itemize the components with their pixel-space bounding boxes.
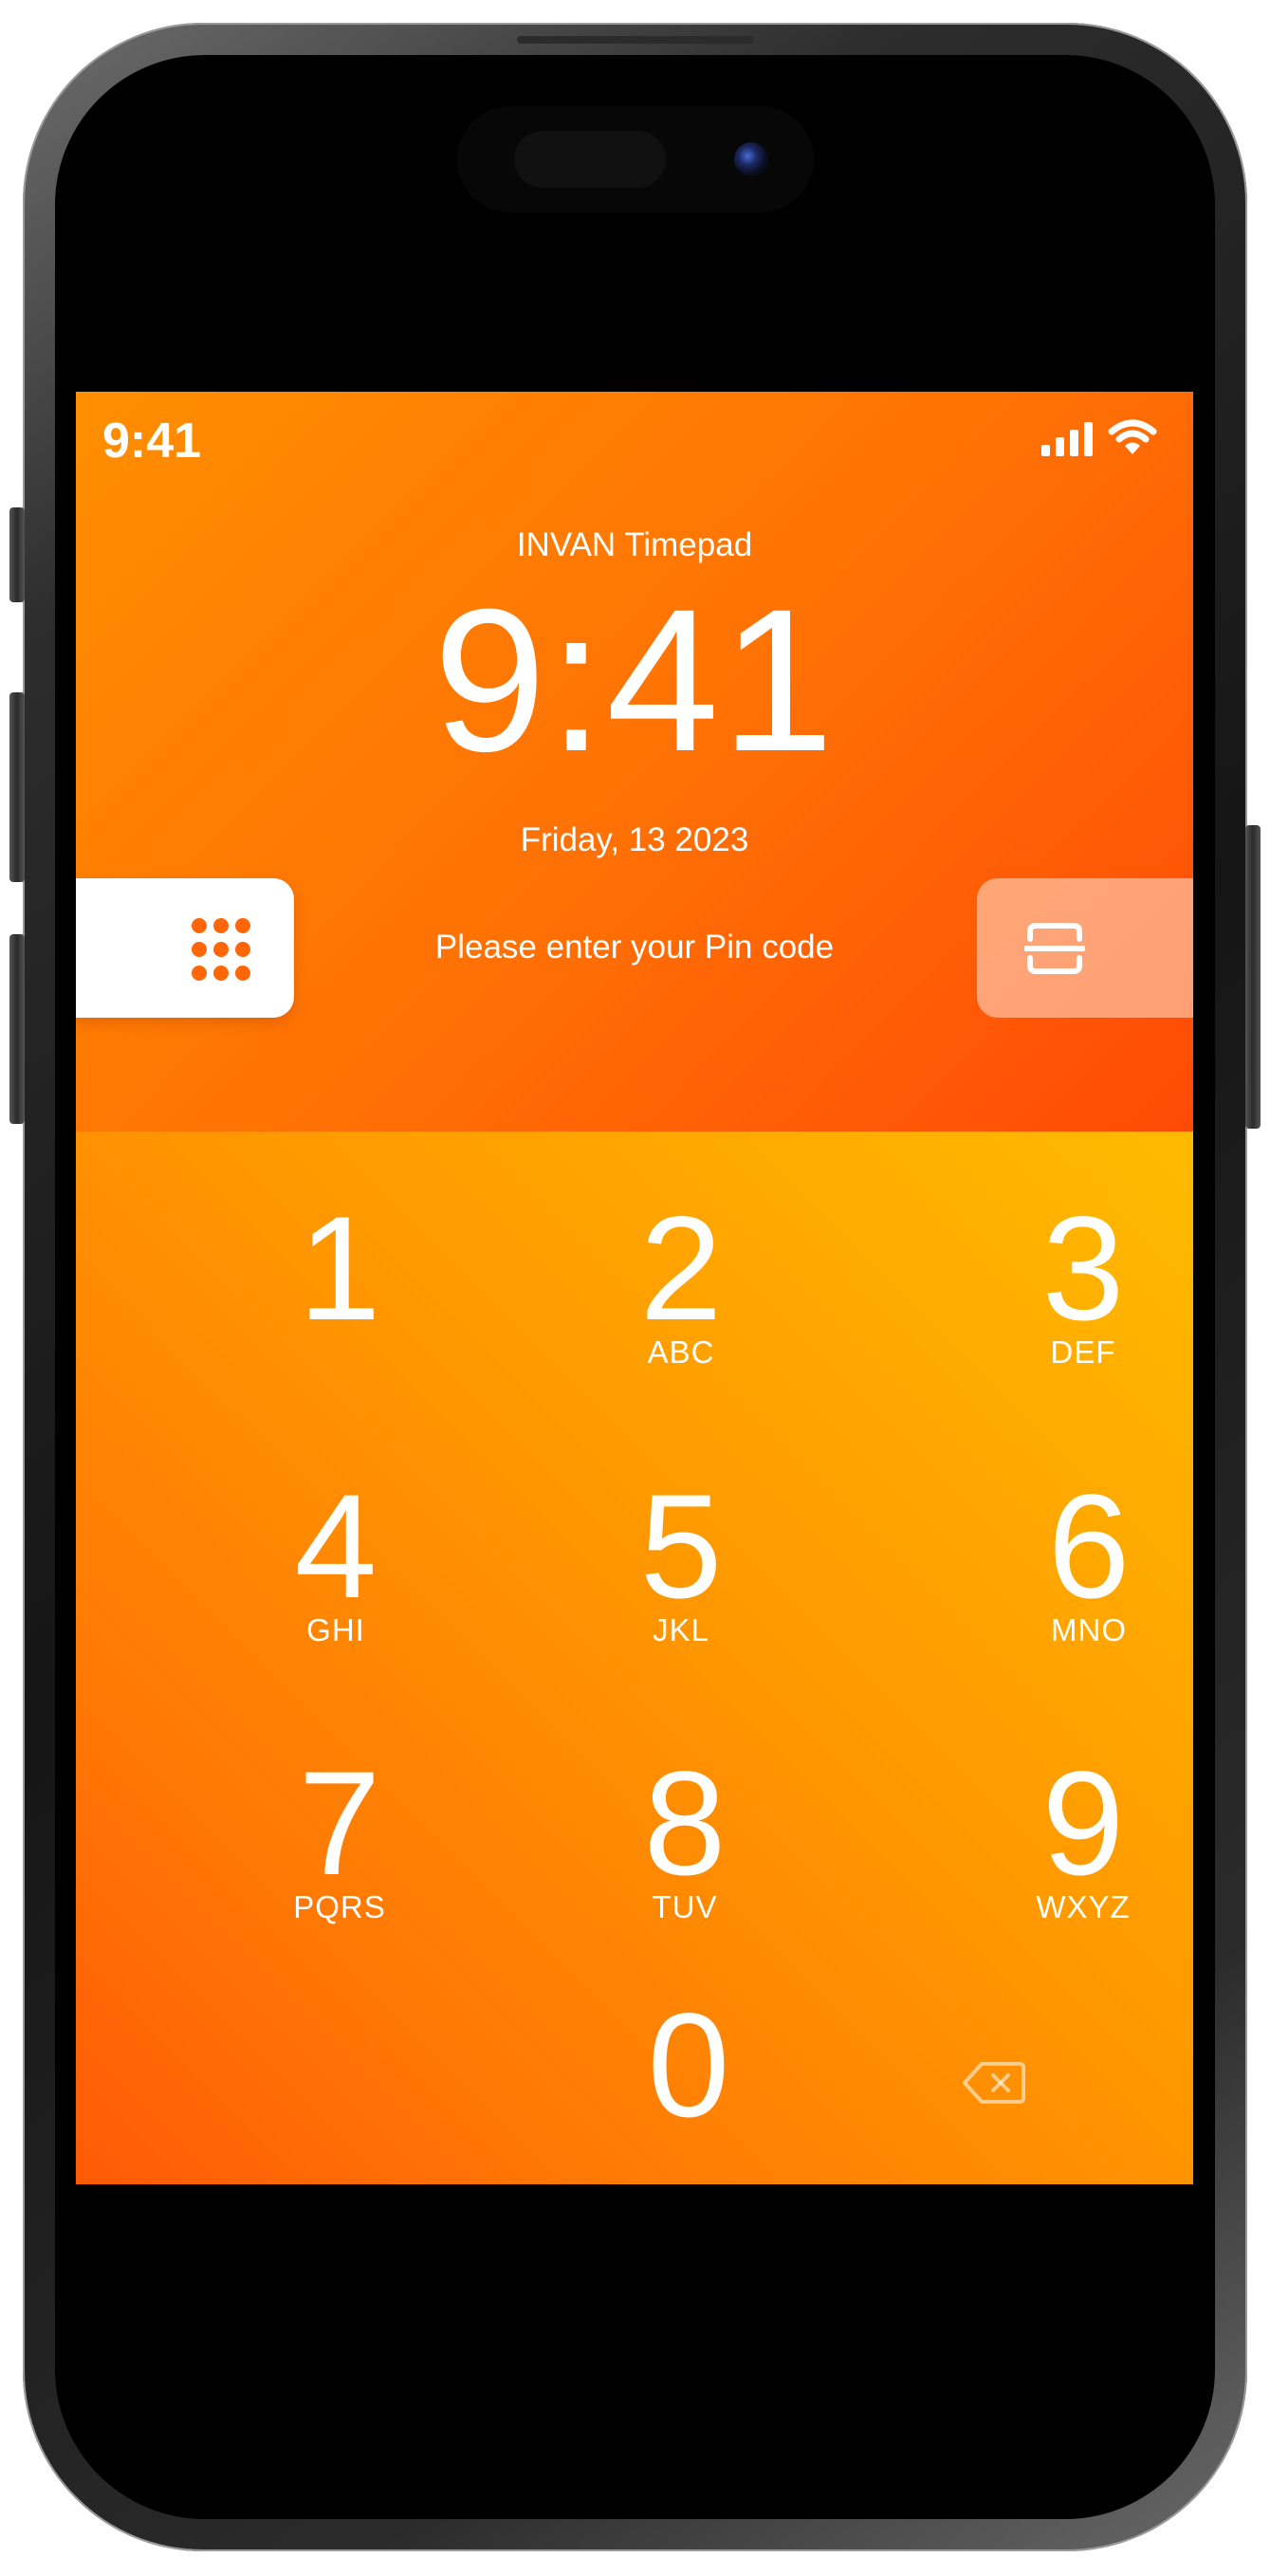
app-title: INVAN Timepad [516, 526, 753, 563]
wifi-icon [1108, 418, 1157, 456]
clock-date: Friday, 13 2023 [520, 821, 749, 858]
key-0[interactable]: 0 [546, 1983, 831, 2184]
volume-up-button [9, 692, 25, 882]
key-6[interactable]: 6 MNO [947, 1464, 1193, 1694]
cellular-signal-icon [1041, 418, 1093, 456]
key-letters: ABC [647, 1334, 715, 1370]
key-digit: 1 [298, 1187, 381, 1352]
key-letters: MNO [1051, 1612, 1127, 1647]
key-5[interactable]: 5 JKL [539, 1464, 823, 1694]
key-4[interactable]: 4 GHI [193, 1464, 478, 1694]
key-2[interactable]: 2 ABC [539, 1187, 823, 1416]
app-screen: 9:41 INVAN Timepad 9:41 Friday, 13 2023 … [76, 392, 1193, 2184]
key-3[interactable]: 3 DEF [941, 1187, 1193, 1416]
status-bar-time: 9:41 [102, 414, 202, 469]
key-digit: 8 [643, 1741, 727, 1906]
key-digit: 6 [1047, 1464, 1131, 1629]
key-letters: WXYZ [1036, 1889, 1131, 1924]
front-camera [734, 142, 768, 176]
backspace-icon [963, 2062, 1025, 2104]
dynamic-island [457, 106, 814, 212]
key-digit: 0 [647, 1983, 730, 2148]
key-digit: 9 [1041, 1741, 1125, 1906]
scan-qr-icon [1024, 923, 1085, 974]
key-digit: 5 [639, 1464, 723, 1629]
keypad-mode-button[interactable] [76, 878, 294, 1018]
key-digit: 3 [1041, 1187, 1125, 1352]
key-digit: 2 [639, 1187, 723, 1352]
key-digit: 4 [294, 1464, 377, 1629]
key-letters: PQRS [293, 1889, 386, 1924]
face-id-sensor [514, 131, 666, 188]
volume-down-button [9, 934, 25, 1124]
scan-mode-button[interactable] [977, 878, 1193, 1018]
power-button [1245, 825, 1261, 1129]
key-9[interactable]: 9 WXYZ [941, 1741, 1193, 1971]
key-digit: 7 [298, 1741, 381, 1906]
key-letters: DEF [1050, 1334, 1116, 1370]
key-7[interactable]: 7 PQRS [197, 1741, 482, 1971]
key-letters: TUV [652, 1889, 718, 1924]
keypad-grid-icon [192, 918, 256, 983]
silent-switch [9, 507, 25, 602]
clock-time: 9:41 [433, 567, 837, 794]
key-8[interactable]: 8 TUV [543, 1741, 827, 1971]
status-bar-icons [1041, 418, 1157, 456]
backspace-button[interactable] [946, 2045, 1050, 2121]
key-1[interactable]: 1 [197, 1187, 482, 1416]
lock-header: 9:41 INVAN Timepad 9:41 Friday, 13 2023 … [76, 392, 1193, 1132]
key-letters: JKL [653, 1612, 709, 1647]
key-letters: GHI [306, 1612, 365, 1647]
speaker-grille [517, 36, 754, 44]
